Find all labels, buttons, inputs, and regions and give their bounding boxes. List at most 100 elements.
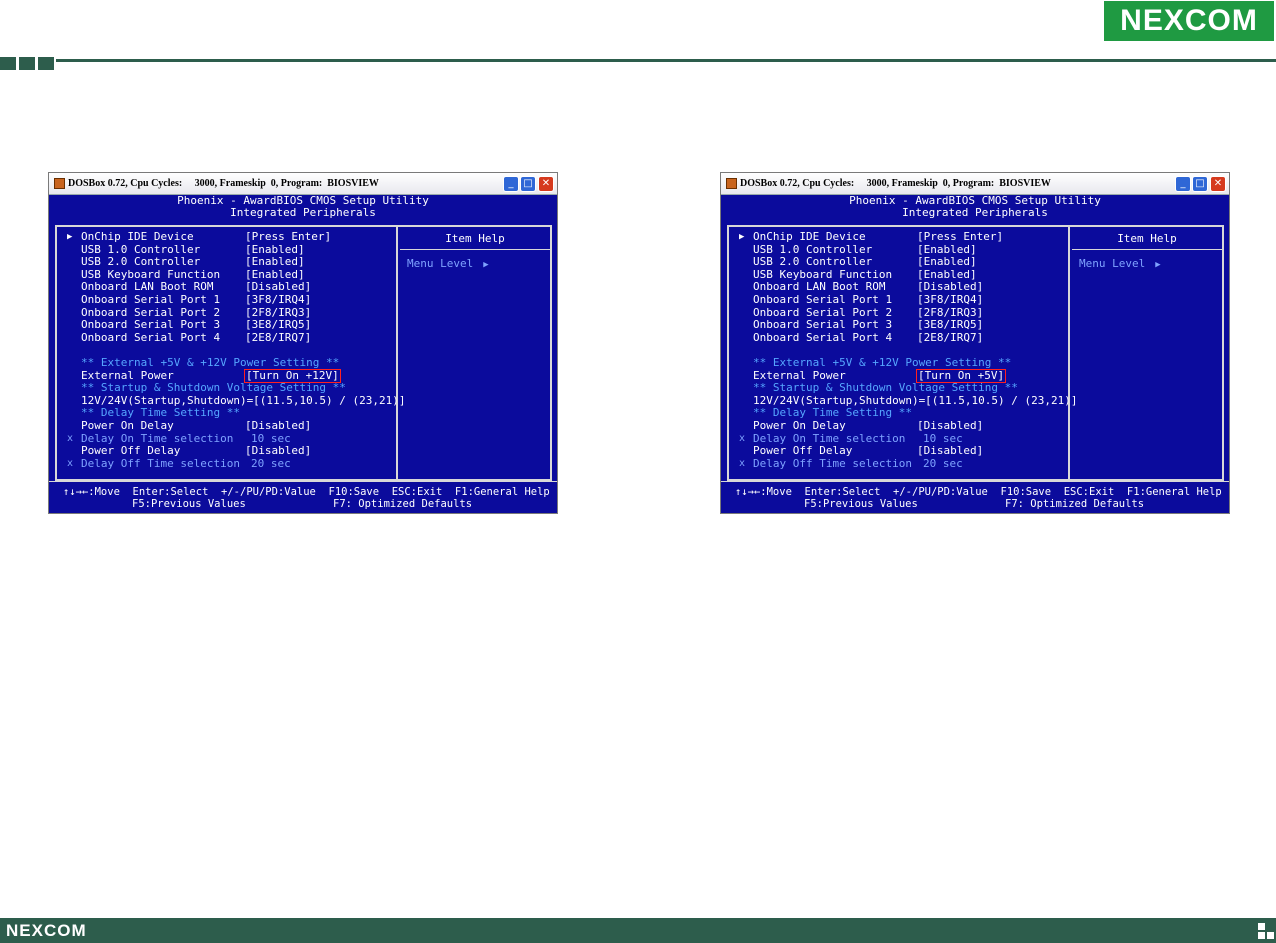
footer-mark-square [1267,932,1274,939]
setting-value[interactable]: [3F8/IRQ4] [245,293,311,306]
setting-value[interactable]: [Press Enter] [917,231,1003,243]
disabled-x-icon: x [739,432,746,444]
key-help-bar: ↑↓→←:Move Enter:Select +/-/PU/PD:Value F… [49,486,557,546]
setting-value[interactable]: [Disabled] [917,419,983,432]
setting-label: OnChip IDE Device [81,230,194,243]
setting-value[interactable]: [2E8/IRQ7] [917,331,983,344]
setting-label: External Power [81,368,174,382]
setting-value[interactable]: [2F8/IRQ3] [245,306,311,319]
bios-subtitle: Integrated Peripherals [230,206,376,219]
setting-label: USB 2.0 Controller [753,255,873,269]
setting-label: Delay Off Time selection [81,456,240,470]
setting-power-off-delay[interactable]: Power Off Delay [Disabled] [59,445,399,458]
setting-value[interactable]: [Enabled] [917,268,977,281]
arrow-right-icon: ▶ [1155,260,1161,270]
setting-delay-off-time: x Delay Off Time selection 20 sec [59,456,399,471]
setting-value[interactable]: [Enabled] [245,256,305,268]
footer-bar: NEXCOM [0,918,1276,943]
setting-value: 10 sec [251,431,291,445]
setting-value[interactable]: [3E8/IRQ5] [917,319,983,331]
maximize-button[interactable]: □ [520,176,536,192]
setting-value: 20 sec [251,456,291,470]
setting-label: USB 1.0 Controller [81,242,201,256]
setting-value[interactable]: [Disabled] [245,419,311,432]
setting-label: Onboard LAN Boot ROM [81,280,214,294]
setting-usb20[interactable]: USB 2.0 Controller [Enabled] [59,256,399,269]
header-block [38,57,54,70]
close-button[interactable]: ✕ [1210,176,1226,192]
setting-power-on-delay[interactable]: Power On Delay [Disabled] [731,419,1071,433]
menu-level-label: Menu Level [407,257,474,270]
setting-label: Delay On Time selection [81,431,234,445]
section-power-setting: ** External +5V & +12V Power Setting ** [731,356,1071,370]
section-power-setting: ** External +5V & +12V Power Setting ** [59,356,399,370]
setting-serial-port-3[interactable]: Onboard Serial Port 3 [3E8/IRQ5] [59,319,399,332]
setting-usb20[interactable]: USB 2.0 Controller [Enabled] [731,256,1071,269]
disabled-x-icon: x [67,432,74,444]
footer-mark-square [1258,923,1265,930]
nexcom-logo: NEXCOM [1104,1,1274,41]
window-title: DOSBox 0.72, Cpu Cycles: 3000, Frameskip… [740,178,1051,189]
setting-label: Onboard Serial Port 2 [81,305,221,319]
maximize-button[interactable]: □ [1192,176,1208,192]
setting-label: Onboard Serial Port 4 [753,330,893,344]
section-heading: ** Startup & Shutdown Voltage Setting ** [81,381,346,395]
setting-label: Delay On Time selection [753,431,906,445]
setting-serial-port-3[interactable]: Onboard Serial Port 3 [3E8/IRQ5] [731,319,1071,332]
footer-mark-square [1258,932,1265,939]
setting-value[interactable]: [Press Enter] [245,231,331,243]
setting-value[interactable]: [Disabled] [245,281,311,293]
setting-label: USB Keyboard Function [753,267,893,281]
setting-value[interactable]: [Enabled] [917,256,977,268]
footer-mark-square [1267,923,1274,930]
dosbox-app-icon[interactable] [54,178,65,189]
setting-label: Onboard Serial Port 1 [81,292,221,306]
setting-label: OnChip IDE Device [753,230,866,243]
setting-label: USB 1.0 Controller [753,242,873,256]
minimize-button[interactable]: _ [1175,176,1191,192]
setting-label: Power On Delay [81,418,174,432]
keys-separator [49,481,557,482]
setting-onchip-ide[interactable]: ▶ OnChip IDE Device [Press Enter] [731,231,1071,244]
section-voltage-setting: ** Startup & Shutdown Voltage Setting ** [731,382,1071,395]
setting-value[interactable]: [Enabled] [245,268,305,281]
item-help-title: Item Help [1117,232,1177,245]
external-power-value-highlighted[interactable]: [Turn On +12V] [244,368,341,383]
window-titlebar[interactable]: DOSBox 0.72, Cpu Cycles: 3000, Frameskip… [49,173,557,195]
voltage-setting-text[interactable]: 12V/24V(Startup,Shutdown)=[(11.5,10.5) /… [81,394,406,407]
setting-serial-port-1[interactable]: Onboard Serial Port 1 [3F8/IRQ4] [731,293,1071,307]
setting-value[interactable]: [Disabled] [917,281,983,293]
external-power-value-highlighted[interactable]: [Turn On +5V] [915,368,1007,383]
key-help-line-1: ↑↓→←:Move Enter:Select +/-/PU/PD:Value F… [735,486,1222,498]
dosbox-app-icon[interactable] [726,178,737,189]
setting-value[interactable]: [3F8/IRQ4] [917,293,983,306]
window-title: DOSBox 0.72, Cpu Cycles: 3000, Frameskip… [68,178,379,189]
setting-power-off-delay[interactable]: Power Off Delay [Disabled] [731,445,1071,458]
footer-mark-icon [1258,923,1274,939]
setting-value[interactable]: [Enabled] [245,243,305,256]
setting-label: External Power [753,368,846,382]
minimize-button[interactable]: _ [503,176,519,192]
key-help-optimized-defaults: F7: Optimized Defaults [1005,498,1145,510]
setting-value[interactable]: [2F8/IRQ3] [917,306,983,319]
key-help-previous-values: F5:Previous Values [804,498,918,510]
setting-value[interactable]: [2E8/IRQ7] [245,331,311,344]
setting-value[interactable]: [Disabled] [245,445,311,457]
help-separator [1072,249,1222,250]
setting-onchip-ide[interactable]: ▶ OnChip IDE Device [Press Enter] [59,231,399,244]
arrow-right-icon: ▶ [483,260,489,270]
voltage-setting-text[interactable]: 12V/24V(Startup,Shutdown)=[(11.5,10.5) /… [753,394,1078,407]
close-button[interactable]: ✕ [538,176,554,192]
section-heading: ** Delay Time Setting ** [753,406,912,420]
setting-serial-port-1[interactable]: Onboard Serial Port 1 [3F8/IRQ4] [59,292,399,307]
setting-value[interactable]: [Enabled] [917,243,977,256]
setting-label: Onboard Serial Port 4 [81,330,221,344]
bios-header: Phoenix - AwardBIOS CMOS Setup Utility I… [49,195,557,219]
setting-power-on-delay[interactable]: Power On Delay [Disabled] [59,418,399,433]
setting-value[interactable]: [3E8/IRQ5] [245,319,311,331]
setting-serial-port-4[interactable]: Onboard Serial Port 4 [2E8/IRQ7] [731,330,1071,345]
setting-value[interactable]: [Disabled] [917,445,983,457]
setting-serial-port-4[interactable]: Onboard Serial Port 4 [2E8/IRQ7] [59,330,399,345]
setting-label: Power Off Delay [81,444,181,458]
window-titlebar[interactable]: DOSBox 0.72, Cpu Cycles: 3000, Frameskip… [721,173,1229,195]
